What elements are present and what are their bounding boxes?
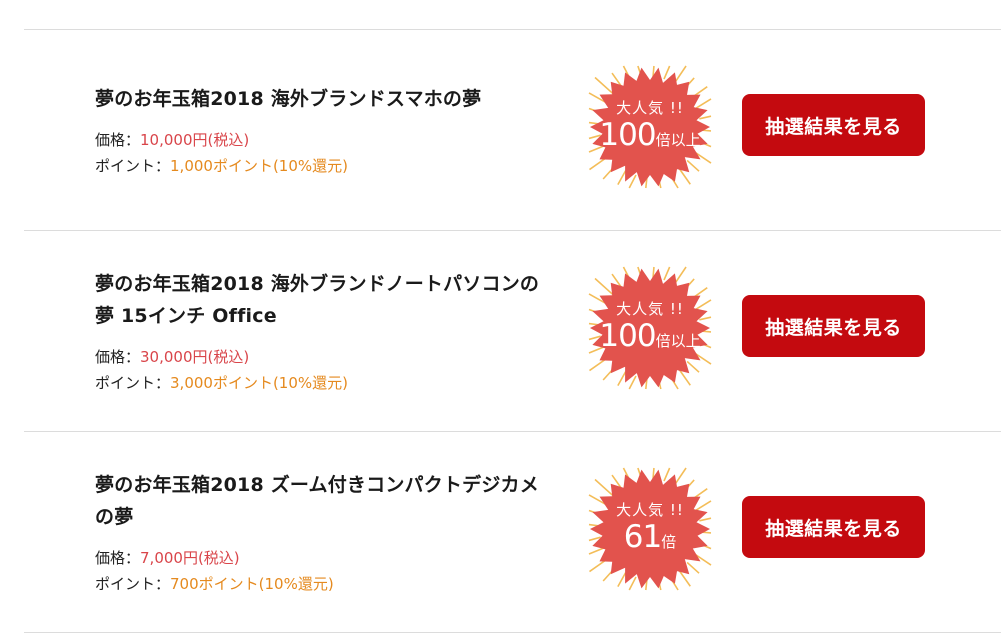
item-info: 夢のお年玉箱2018 ズーム付きコンパクトデジカメの夢 価格：7,000円(税込… xyxy=(95,469,555,597)
price-label: 価格： xyxy=(95,348,141,366)
point-line: ポイント：1,000ポイント(10%還元) xyxy=(95,153,555,179)
item-title: 夢のお年玉箱2018 海外ブランドノートパソコンの夢 15インチ Office xyxy=(95,273,540,327)
badge-label: 大人気 !! xyxy=(616,501,684,519)
badge-suffix: 倍以上 xyxy=(655,332,701,350)
price-label: 価格： xyxy=(95,549,141,567)
point-value: 1,000ポイント(10%還元) xyxy=(170,157,349,175)
badge-number: 61 xyxy=(623,519,662,555)
popularity-badge: 大人気 !! 61倍 xyxy=(588,467,712,591)
badge-suffix: 倍 xyxy=(661,533,677,551)
price-block: 価格：30,000円(税込) ポイント：3,000ポイント(10%還元) xyxy=(95,344,555,396)
price-value: 10,000円(税込) xyxy=(140,131,250,149)
item-title: 夢のお年玉箱2018 ズーム付きコンパクトデジカメの夢 xyxy=(95,474,539,528)
view-results-button[interactable]: 抽選結果を見る xyxy=(742,94,925,156)
price-block: 価格：7,000円(税込) ポイント：700ポイント(10%還元) xyxy=(95,545,555,597)
badge-multiplier: 100倍以上 xyxy=(588,117,712,153)
price-line: 価格：7,000円(税込) xyxy=(95,545,555,571)
popularity-badge: 大人気 !! 100倍以上 xyxy=(588,266,712,390)
badge-multiplier: 61倍 xyxy=(588,519,712,555)
badge-label: 大人気 !! xyxy=(616,99,684,117)
badge-suffix: 倍以上 xyxy=(655,131,701,149)
item-info: 夢のお年玉箱2018 海外ブランドノートパソコンの夢 15インチ Office … xyxy=(95,268,555,396)
point-value: 3,000ポイント(10%還元) xyxy=(170,374,349,392)
price-value: 30,000円(税込) xyxy=(140,348,250,366)
point-line: ポイント：700ポイント(10%還元) xyxy=(95,571,555,597)
list-item: 夢のお年玉箱2018 海外ブランドスマホの夢 価格：10,000円(税込) ポイ… xyxy=(24,30,1001,230)
price-label: 価格： xyxy=(95,131,141,149)
item-title: 夢のお年玉箱2018 海外ブランドスマホの夢 xyxy=(95,88,482,110)
lottery-item-list: 夢のお年玉箱2018 海外ブランドスマホの夢 価格：10,000円(税込) ポイ… xyxy=(24,29,1001,633)
point-label: ポイント： xyxy=(95,374,171,392)
list-item: 夢のお年玉箱2018 海外ブランドノートパソコンの夢 15インチ Office … xyxy=(24,231,1001,431)
price-line: 価格：10,000円(税込) xyxy=(95,127,555,153)
view-results-button[interactable]: 抽選結果を見る xyxy=(742,496,925,558)
point-value: 700ポイント(10%還元) xyxy=(170,575,334,593)
badge-number: 100 xyxy=(599,318,656,354)
badge-number: 100 xyxy=(599,117,656,153)
badge-label: 大人気 !! xyxy=(616,300,684,318)
popularity-badge: 大人気 !! 100倍以上 xyxy=(588,65,712,189)
price-block: 価格：10,000円(税込) ポイント：1,000ポイント(10%還元) xyxy=(95,127,555,179)
point-line: ポイント：3,000ポイント(10%還元) xyxy=(95,370,555,396)
point-label: ポイント： xyxy=(95,575,171,593)
point-label: ポイント： xyxy=(95,157,171,175)
badge-multiplier: 100倍以上 xyxy=(588,318,712,354)
price-line: 価格：30,000円(税込) xyxy=(95,344,555,370)
view-results-button[interactable]: 抽選結果を見る xyxy=(742,295,925,357)
divider xyxy=(24,632,1001,633)
item-info: 夢のお年玉箱2018 海外ブランドスマホの夢 価格：10,000円(税込) ポイ… xyxy=(95,83,555,179)
list-item: 夢のお年玉箱2018 ズーム付きコンパクトデジカメの夢 価格：7,000円(税込… xyxy=(24,432,1001,632)
price-value: 7,000円(税込) xyxy=(140,549,240,567)
